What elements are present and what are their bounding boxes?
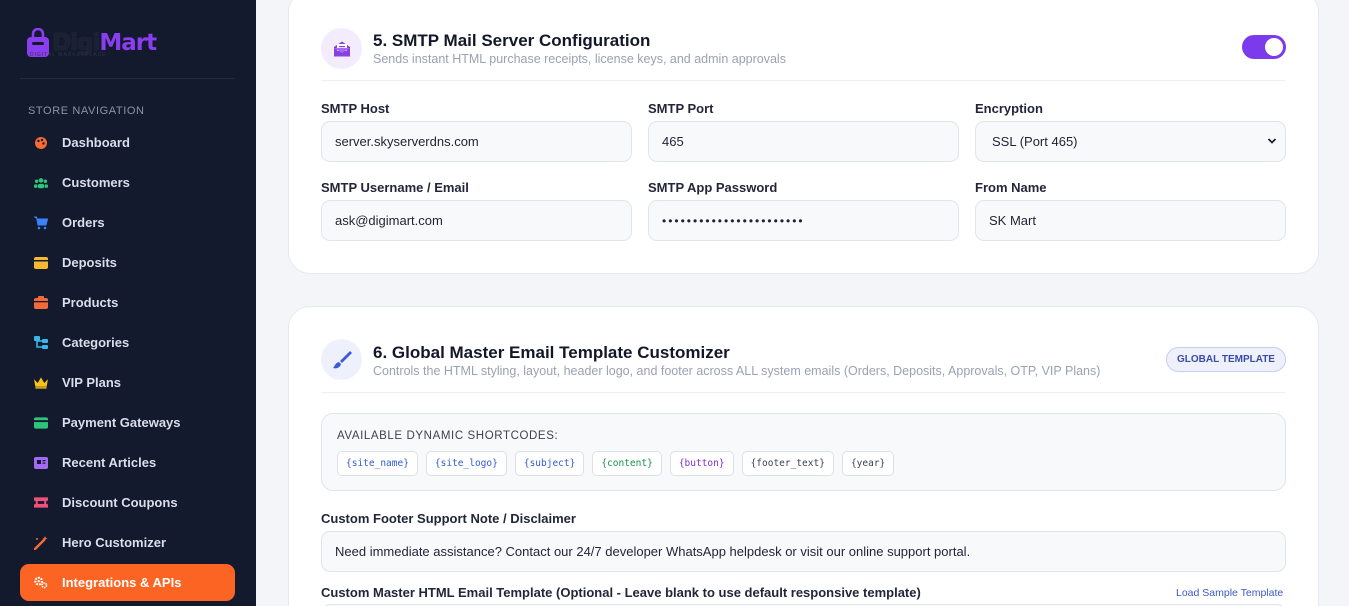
smtp-port-label: SMTP Port <box>648 101 714 116</box>
wallet-icon <box>34 256 48 270</box>
custom-html-label: Custom Master HTML Email Template (Optio… <box>321 585 921 600</box>
sidebar-item-label: Products <box>62 295 119 310</box>
sitemap-icon <box>34 335 48 350</box>
shortcode-chip[interactable]: {year} <box>841 451 895 476</box>
global-template-badge[interactable]: GLOBAL TEMPLATE <box>1166 347 1286 372</box>
sidebar-item-categories[interactable]: Categories <box>20 324 235 361</box>
sidebar-item-label: Customers <box>62 175 130 190</box>
footer-note-label: Custom Footer Support Note / Disclaimer <box>321 511 576 526</box>
sidebar-item-label: Orders <box>62 215 105 230</box>
sidebar-item-label: Recent Articles <box>62 455 157 470</box>
newspaper-icon <box>34 456 48 470</box>
smtp-username-input[interactable]: ask@digimart.com <box>321 200 632 241</box>
sidebar-item-deposits[interactable]: Deposits <box>20 244 235 281</box>
smtp-host-label: SMTP Host <box>321 101 390 116</box>
smtp-section-title: 5. SMTP Mail Server Configuration <box>373 31 651 50</box>
from-name-label: From Name <box>975 180 1047 195</box>
sidebar-divider <box>20 78 235 79</box>
template-section-title: 6. Global Master Email Template Customiz… <box>373 343 730 362</box>
section-divider <box>321 392 1286 393</box>
encryption-select[interactable]: SSL (Port 465) <box>975 121 1286 162</box>
footer-note-input[interactable]: Need immediate assistance? Contact our 2… <box>321 531 1286 572</box>
smtp-username-label: SMTP Username / Email <box>321 180 469 195</box>
sidebar-item-payment-gateways[interactable]: Payment Gateways <box>20 404 235 441</box>
sidebar-item-discount-coupons[interactable]: Discount Coupons <box>20 484 235 521</box>
cogs-icon <box>34 576 48 590</box>
section-divider <box>321 80 1286 81</box>
sidebar: DigiMart DIGITAL MARKETPLACE STORE NAVIG… <box>0 0 256 606</box>
sidebar-item-hero-customizer[interactable]: Hero Customizer <box>20 524 235 561</box>
encryption-selected-value: SSL (Port 465) <box>992 134 1078 149</box>
crown-icon <box>34 376 48 390</box>
logo-tagline: DIGITAL MARKETPLACE <box>30 52 107 58</box>
shortcodes-panel: AVAILABLE DYNAMIC SHORTCODES: {site_name… <box>321 413 1286 491</box>
sidebar-item-label: Hero Customizer <box>62 535 167 550</box>
sidebar-item-recent-articles[interactable]: Recent Articles <box>20 444 235 481</box>
email-template-card: 6. Global Master Email Template Customiz… <box>288 306 1319 606</box>
encryption-label: Encryption <box>975 101 1043 116</box>
palette-icon <box>34 136 48 150</box>
credit-card-icon <box>34 416 48 430</box>
shortcode-chip[interactable]: {button} <box>669 451 734 476</box>
envelope-open-icon <box>321 28 362 69</box>
shortcodes-heading: AVAILABLE DYNAMIC SHORTCODES: <box>337 430 559 442</box>
sidebar-item-label: VIP Plans <box>62 375 122 390</box>
sidebar-item-label: Integrations & APIs <box>62 575 182 590</box>
from-name-input[interactable]: SK Mart <box>975 200 1286 241</box>
users-icon <box>34 176 48 190</box>
smtp-port-input[interactable]: 465 <box>648 121 959 162</box>
sidebar-item-dashboard[interactable]: Dashboard <box>20 124 235 161</box>
load-sample-template-link[interactable]: Load Sample Template <box>1176 587 1283 599</box>
paint-brush-icon <box>321 339 362 380</box>
sidebar-nav: Dashboard Customers Orders Deposits Prod… <box>20 124 235 604</box>
sidebar-item-label: Dashboard <box>62 135 130 150</box>
smtp-config-card: 5. SMTP Mail Server Configuration Sends … <box>288 0 1319 274</box>
sidebar-item-vip-plans[interactable]: VIP Plans <box>20 364 235 401</box>
shortcode-chip[interactable]: {content} <box>592 451 662 476</box>
template-section-subtitle: Controls the HTML styling, layout, heade… <box>373 364 1101 378</box>
smtp-password-label: SMTP App Password <box>648 180 778 195</box>
shortcode-chip[interactable]: {site_logo} <box>425 451 507 476</box>
sidebar-item-label: Payment Gateways <box>62 415 181 430</box>
shortcode-chip[interactable]: {subject} <box>514 451 585 476</box>
toggle-knob <box>1265 38 1283 56</box>
magic-wand-icon <box>34 535 48 550</box>
sidebar-item-label: Categories <box>62 335 130 350</box>
chevron-down-icon <box>1267 138 1277 144</box>
shortcode-chip[interactable]: {site_name} <box>337 451 418 476</box>
shortcode-chip[interactable]: {footer_text} <box>741 451 834 476</box>
box-icon <box>34 296 48 310</box>
sidebar-item-orders[interactable]: Orders <box>20 204 235 241</box>
cart-icon <box>34 216 48 230</box>
smtp-password-input[interactable]: ••••••••••••••••••••••• <box>648 200 959 241</box>
sidebar-item-label: Deposits <box>62 255 117 270</box>
sidebar-item-integrations-apis[interactable]: Integrations & APIs <box>20 564 235 601</box>
ticket-icon <box>34 496 48 510</box>
sidebar-item-label: Discount Coupons <box>62 495 178 510</box>
smtp-section-subtitle: Sends instant HTML purchase receipts, li… <box>373 52 786 66</box>
smtp-host-input[interactable]: server.skyserverdns.com <box>321 121 632 162</box>
main-content: 5. SMTP Mail Server Configuration Sends … <box>256 0 1349 606</box>
logo-text-mart: Mart <box>99 30 157 56</box>
smtp-enable-toggle[interactable] <box>1242 35 1286 59</box>
sidebar-item-products[interactable]: Products <box>20 284 235 321</box>
shortcode-list: {site_name} {site_logo} {subject} {conte… <box>337 451 902 476</box>
sidebar-item-customers[interactable]: Customers <box>20 164 235 201</box>
sidebar-section-heading: STORE NAVIGATION <box>28 105 145 117</box>
